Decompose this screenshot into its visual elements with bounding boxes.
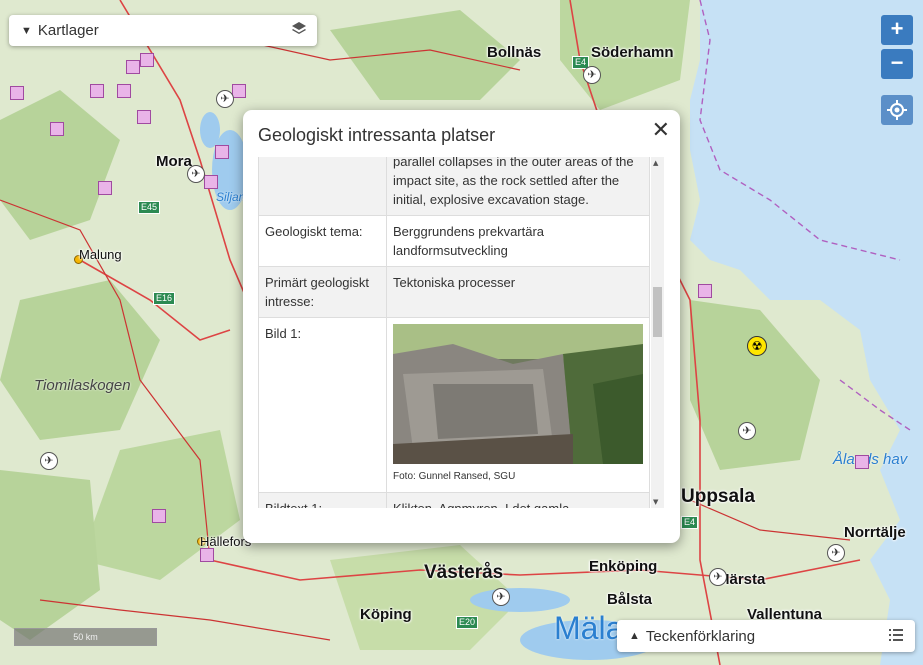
nuclear-plant-icon: ☢ bbox=[747, 336, 767, 356]
attribute-value: Klikten, Agnmyren. I det gamla bbox=[386, 492, 650, 508]
water-label: Siljan bbox=[216, 190, 246, 204]
caret-down-icon: ▼ bbox=[21, 24, 32, 37]
road-shield: E16 bbox=[153, 292, 176, 305]
airport-icon: ✈ bbox=[216, 90, 234, 108]
table-row: parallel collapses in the outer areas of… bbox=[258, 157, 650, 216]
caret-up-icon: ▲ bbox=[629, 630, 640, 642]
geology-photo[interactable] bbox=[393, 324, 643, 464]
attribute-value: Foto: Gunnel Ransed, SGU bbox=[386, 317, 650, 493]
place-label: Enköping bbox=[589, 558, 658, 575]
layer-control-label: Kartlager bbox=[37, 22, 99, 39]
attribute-value: Berggrundens prekvartära landformsutveck… bbox=[386, 215, 650, 267]
zoom-in-button[interactable]: + bbox=[881, 15, 913, 45]
scale-bar: 50 km bbox=[14, 628, 157, 646]
road-shield: E45 bbox=[138, 201, 161, 214]
geology-poi-marker[interactable] bbox=[152, 509, 166, 523]
geology-poi-marker[interactable] bbox=[50, 122, 64, 136]
layer-control-toggle[interactable]: ▼ Kartlager bbox=[9, 15, 317, 46]
attribute-key: Geologiskt tema: bbox=[258, 215, 387, 267]
feature-info-popup: Geologiskt intressanta platser ✕ paralle… bbox=[243, 110, 680, 543]
forest-label: Tiomilaskogen bbox=[34, 377, 131, 394]
list-icon bbox=[889, 628, 903, 646]
geology-poi-marker[interactable] bbox=[204, 175, 218, 189]
locate-icon bbox=[887, 100, 907, 120]
road-shield: E4 bbox=[681, 516, 699, 529]
scrollbar-thumb[interactable] bbox=[653, 287, 662, 337]
airport-icon: ✈ bbox=[492, 588, 510, 606]
geology-poi-marker[interactable] bbox=[10, 86, 24, 100]
popup-body[interactable]: parallel collapses in the outer areas of… bbox=[258, 157, 664, 508]
attribute-key: Primärt geologiskt intresse: bbox=[258, 266, 387, 318]
geology-poi-marker[interactable] bbox=[855, 455, 869, 469]
photo-caption: Foto: Gunnel Ransed, SGU bbox=[393, 471, 516, 482]
geology-poi-marker[interactable] bbox=[98, 181, 112, 195]
place-label: Söderhamn bbox=[591, 44, 674, 61]
geology-poi-marker[interactable] bbox=[215, 145, 229, 159]
water-label: Ålands hav bbox=[833, 451, 908, 468]
airport-icon: ✈ bbox=[709, 568, 727, 586]
scroll-up-icon[interactable]: ▲ bbox=[653, 159, 658, 167]
close-icon[interactable]: ✕ bbox=[652, 118, 670, 143]
airport-icon: ✈ bbox=[187, 165, 205, 183]
table-row: Bild 1: Foto: Gunnel Ransed, SGU bbox=[258, 317, 650, 493]
attribute-value: Tektoniska processer bbox=[386, 266, 650, 318]
attribute-table: parallel collapses in the outer areas of… bbox=[258, 157, 650, 508]
attribute-key bbox=[258, 157, 387, 216]
geology-poi-marker[interactable] bbox=[137, 110, 151, 124]
airport-icon: ✈ bbox=[583, 66, 601, 84]
attribute-value: parallel collapses in the outer areas of… bbox=[386, 157, 650, 216]
place-label: Bollnäs bbox=[487, 44, 542, 61]
popup-scrollbar[interactable]: ▲ ▼ bbox=[651, 157, 664, 508]
water-label: Mäla bbox=[554, 610, 624, 646]
attribute-key: Bild 1: bbox=[258, 317, 387, 493]
airport-icon: ✈ bbox=[827, 544, 845, 562]
geology-poi-marker[interactable] bbox=[90, 84, 104, 98]
geology-poi-marker[interactable] bbox=[232, 84, 246, 98]
zoom-out-button[interactable]: − bbox=[881, 49, 913, 79]
geology-poi-marker[interactable] bbox=[140, 53, 154, 67]
place-label: Västerås bbox=[424, 562, 504, 583]
geology-poi-marker[interactable] bbox=[117, 84, 131, 98]
road-shield: E20 bbox=[456, 616, 479, 629]
popup-title: Geologiskt intressanta platser bbox=[258, 125, 496, 145]
layers-icon bbox=[291, 21, 307, 41]
place-label: Uppsala bbox=[681, 486, 755, 507]
place-label: Malung bbox=[79, 247, 122, 262]
geology-poi-marker[interactable] bbox=[200, 548, 214, 562]
place-label: Köping bbox=[360, 606, 412, 623]
place-label: Norrtälje bbox=[844, 524, 906, 541]
scroll-down-icon[interactable]: ▼ bbox=[653, 498, 658, 506]
place-label: Mora bbox=[156, 153, 192, 170]
legend-toggle[interactable]: ▲ Teckenförklaring bbox=[617, 620, 915, 652]
legend-label: Teckenförklaring bbox=[645, 627, 756, 645]
geology-poi-marker[interactable] bbox=[698, 284, 712, 298]
locate-button[interactable] bbox=[881, 95, 913, 125]
airport-icon: ✈ bbox=[40, 452, 58, 470]
table-row: Primärt geologiskt intresse: Tektoniska … bbox=[258, 266, 650, 318]
place-label: Bålsta bbox=[607, 591, 653, 608]
attribute-key: Bildtext 1: bbox=[258, 492, 387, 508]
table-row: Bildtext 1: Klikten, Agnmyren. I det gam… bbox=[258, 492, 650, 508]
table-row: Geologiskt tema: Berggrundens prekvartär… bbox=[258, 215, 650, 267]
airport-icon: ✈ bbox=[738, 422, 756, 440]
geology-poi-marker[interactable] bbox=[126, 60, 140, 74]
